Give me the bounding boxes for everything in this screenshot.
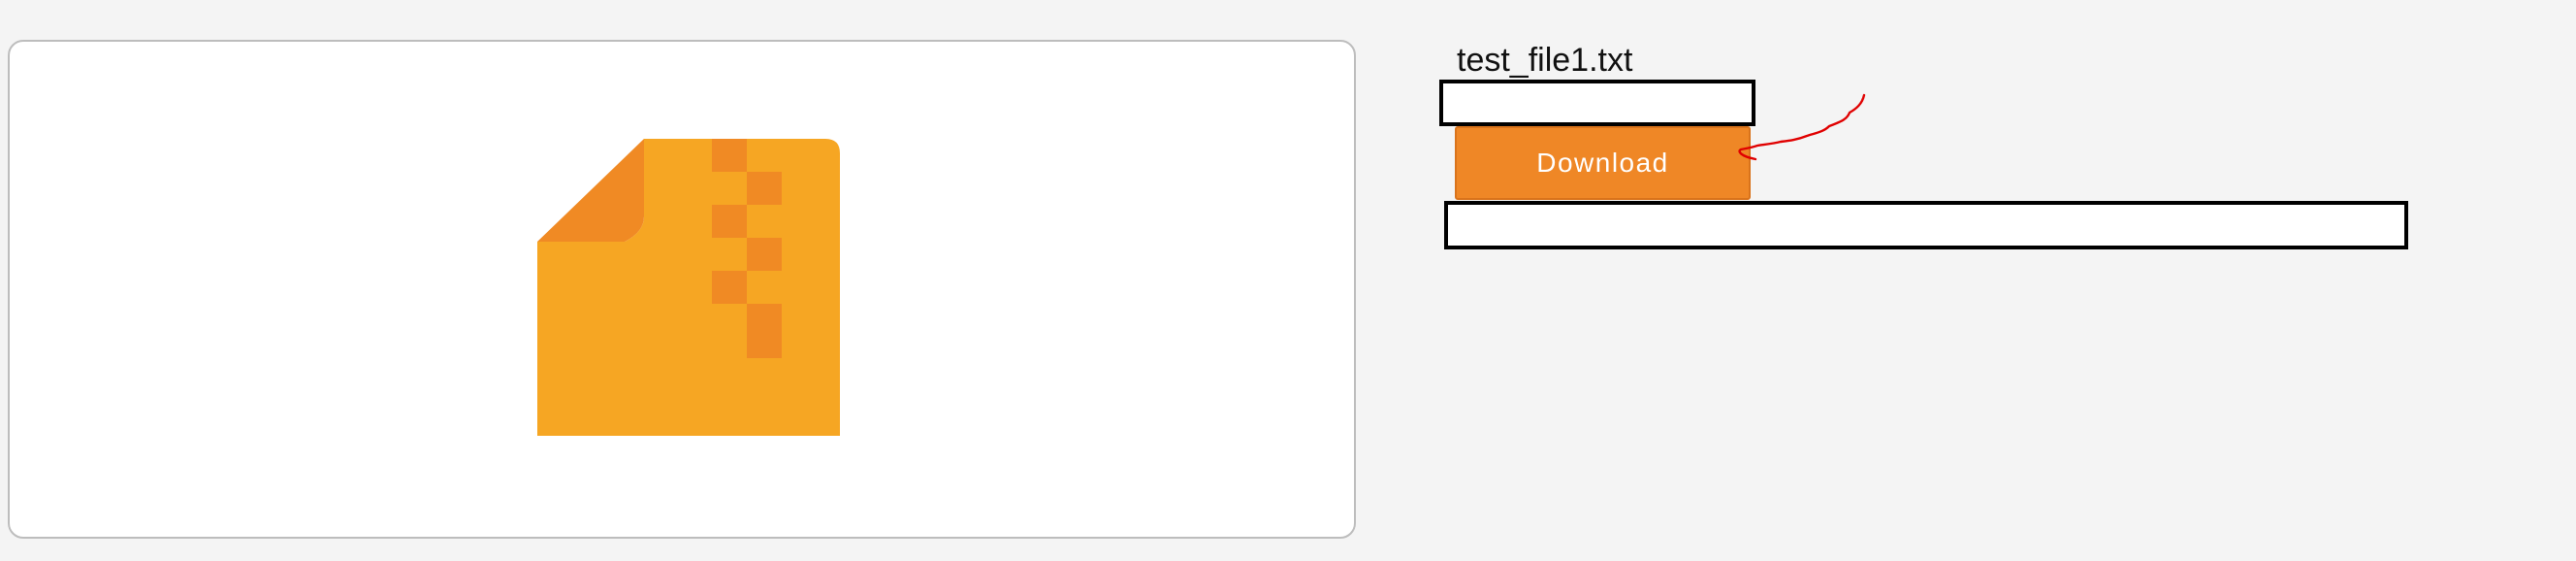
red-arrow-icon — [1738, 93, 1866, 161]
zip-file-icon — [537, 139, 840, 436]
file-name-label: test_file1.txt — [1457, 42, 1633, 79]
folded-corner — [537, 139, 644, 242]
zipper-tooth — [712, 205, 747, 238]
zipper-tooth — [712, 139, 747, 172]
arrow-stroke — [1738, 93, 1866, 161]
zipper-tooth — [747, 238, 782, 271]
zipper-pull — [747, 304, 782, 358]
redaction-box — [1444, 201, 2408, 249]
zipper-tooth — [747, 172, 782, 205]
redaction-box — [1439, 80, 1755, 126]
download-button[interactable]: Download — [1455, 126, 1751, 200]
zip-file-body — [537, 139, 840, 436]
zipper-tooth — [712, 271, 747, 304]
file-preview-panel — [8, 40, 1356, 539]
